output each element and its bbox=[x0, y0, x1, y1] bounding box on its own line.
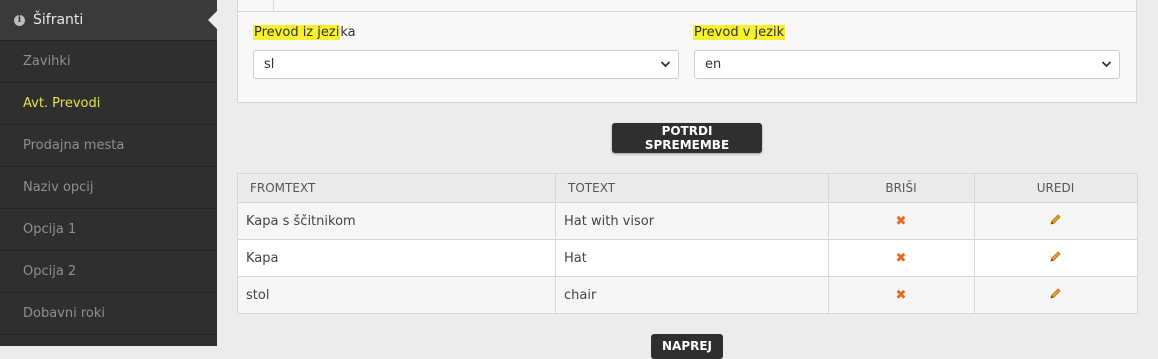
sidebar-item-label: Avt. Prevodi bbox=[23, 96, 101, 111]
sidebar: i Šifranti Zavihki Avt. Prevodi Prodajna… bbox=[0, 0, 217, 346]
delete-x-icon[interactable]: ✖ bbox=[896, 288, 907, 303]
chevron-down-icon bbox=[1101, 51, 1112, 88]
cell-fromtext: Kapa s ščitnikom bbox=[237, 202, 556, 240]
sidebar-item-zavihki[interactable]: Zavihki bbox=[0, 41, 217, 83]
sidebar-item-opcija-2[interactable]: Opcija 2 bbox=[0, 251, 217, 293]
cell-totext: Hat with visor bbox=[555, 202, 829, 240]
edit-pencil-icon[interactable] bbox=[1049, 213, 1062, 230]
sidebar-header[interactable]: i Šifranti bbox=[0, 0, 217, 41]
table-row: stol chair ✖ bbox=[237, 276, 1138, 314]
to-language-select[interactable]: en bbox=[694, 50, 1120, 79]
cell-totext: Hat bbox=[555, 239, 829, 277]
to-language-label-highlight: Prevod v jezik bbox=[693, 25, 786, 40]
chevron-down-icon bbox=[660, 51, 671, 88]
active-caret-icon bbox=[208, 11, 217, 29]
from-language-select[interactable]: sl bbox=[253, 50, 679, 79]
cell-fromtext: Kapa bbox=[237, 239, 556, 277]
delete-x-icon[interactable]: ✖ bbox=[896, 251, 907, 266]
sidebar-item-label: Dobavni roki bbox=[23, 306, 106, 321]
sidebar-item-label: Naziv opcij bbox=[23, 180, 94, 195]
table-header-row: FROMTEXT TOTEXT BRIŠI UREDI bbox=[237, 173, 1138, 203]
column-header-fromtext[interactable]: FROMTEXT bbox=[237, 173, 556, 203]
cell-delete: ✖ bbox=[828, 239, 975, 277]
translations-table: FROMTEXT TOTEXT BRIŠI UREDI Kapa s ščitn… bbox=[237, 173, 1138, 314]
cell-delete: ✖ bbox=[828, 202, 975, 240]
table-row: Kapa s ščitnikom Hat with visor ✖ bbox=[237, 202, 1138, 240]
delete-x-icon[interactable]: ✖ bbox=[896, 214, 907, 229]
to-language-label: Prevod v jezik bbox=[693, 25, 786, 40]
sidebar-item-dobavni-roki[interactable]: Dobavni roki bbox=[0, 293, 217, 335]
sidebar-item-label: Opcija 2 bbox=[23, 264, 77, 279]
sidebar-item-avt-prevodi[interactable]: Avt. Prevodi bbox=[0, 83, 217, 125]
edit-pencil-icon[interactable] bbox=[1049, 250, 1062, 267]
from-language-label: Prevod iz jezika bbox=[253, 25, 356, 40]
sidebar-item-prodajna-mesta[interactable]: Prodajna mesta bbox=[0, 125, 217, 167]
table-row: Kapa Hat ✖ bbox=[237, 239, 1138, 277]
cell-delete: ✖ bbox=[828, 276, 975, 314]
sidebar-item-label: Opcija 1 bbox=[23, 222, 77, 237]
sidebar-item-label: Zavihki bbox=[23, 54, 71, 69]
from-language-label-rest: ka bbox=[340, 25, 356, 40]
from-language-label-highlight: Prevod iz jezi bbox=[253, 25, 341, 40]
cell-edit bbox=[974, 276, 1138, 314]
sidebar-item-opcija-1[interactable]: Opcija 1 bbox=[0, 209, 217, 251]
from-language-value: sl bbox=[264, 57, 275, 72]
language-panel: Prevod iz jezika sl Prevod v jezik en bbox=[237, 11, 1137, 103]
cell-totext: chair bbox=[555, 276, 829, 314]
sidebar-item-naziv-opcij[interactable]: Naziv opcij bbox=[0, 167, 217, 209]
info-icon: i bbox=[14, 14, 25, 26]
to-language-value: en bbox=[705, 57, 722, 72]
cell-edit bbox=[974, 202, 1138, 240]
confirm-changes-button[interactable]: POTRDI SPREMEMBE bbox=[612, 123, 762, 153]
cell-edit bbox=[974, 239, 1138, 277]
column-header-uredi: UREDI bbox=[974, 173, 1138, 203]
column-header-brisi: BRIŠI bbox=[828, 173, 975, 203]
next-button[interactable]: NAPREJ bbox=[651, 334, 723, 359]
divider bbox=[273, 0, 274, 11]
sidebar-header-label: Šifranti bbox=[33, 12, 84, 28]
cell-fromtext: stol bbox=[237, 276, 556, 314]
sidebar-item-label: Prodajna mesta bbox=[23, 138, 125, 153]
column-header-totext[interactable]: TOTEXT bbox=[555, 173, 829, 203]
edit-pencil-icon[interactable] bbox=[1049, 287, 1062, 304]
